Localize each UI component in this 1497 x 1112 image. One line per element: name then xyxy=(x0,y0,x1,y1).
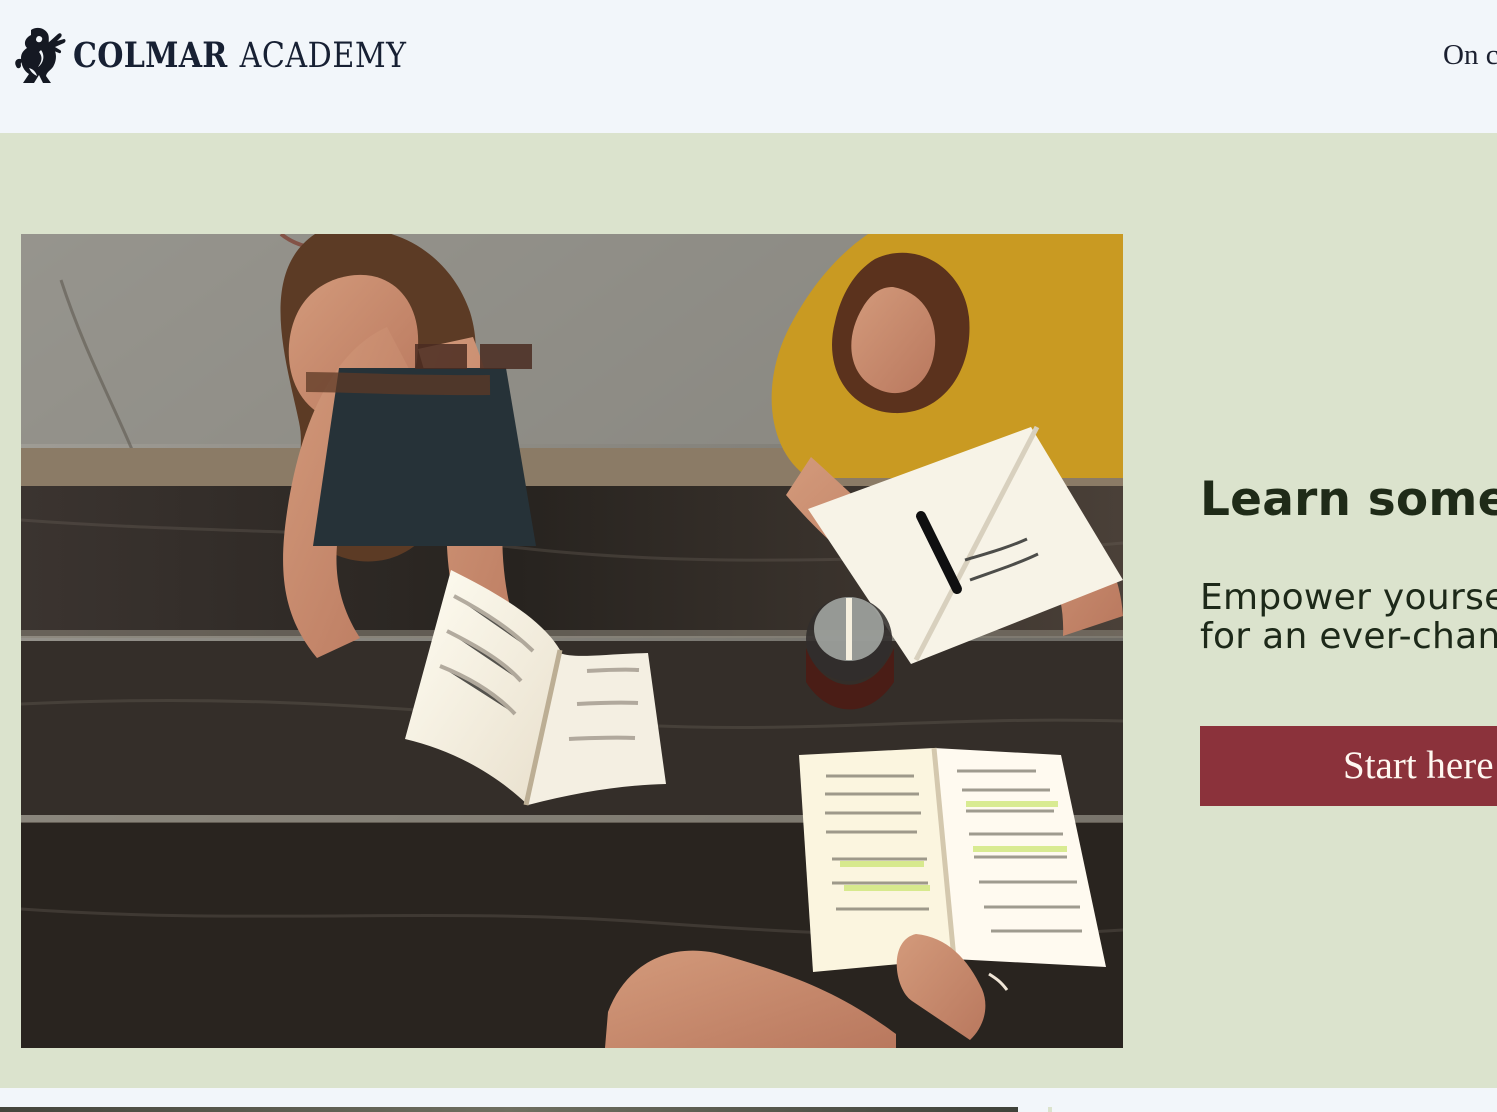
next-divider-peek xyxy=(1048,1107,1052,1112)
top-navigation: On c xyxy=(1443,38,1497,72)
brand-logo-link[interactable]: COLMAR ACADEMY xyxy=(14,26,461,86)
next-image-peek xyxy=(0,1107,1018,1112)
coffee-cup xyxy=(806,597,894,710)
hero-copy: Learn somet Empower yourse for an ever-c… xyxy=(1200,472,1497,806)
bottom-open-book xyxy=(799,747,1106,972)
site-header: COLMAR ACADEMY On c xyxy=(0,0,1497,133)
students-reading-photo xyxy=(21,234,1123,1048)
brand-primary-text: COLMAR xyxy=(73,35,228,76)
hero-subtitle-line-2: for an ever-chang xyxy=(1200,615,1497,657)
brand-wordmark: COLMAR ACADEMY xyxy=(73,38,407,74)
start-here-button[interactable]: Start here xyxy=(1200,726,1497,806)
hero-subtitle: Empower yourse for an ever-chang xyxy=(1200,577,1497,657)
brand-secondary-text: ACADEMY xyxy=(239,36,407,76)
hero-section: Learn somet Empower yourse for an ever-c… xyxy=(0,133,1497,1088)
next-section-peek xyxy=(0,1088,1497,1112)
nav-link-partial[interactable]: On c xyxy=(1443,39,1497,71)
griffin-crest-icon xyxy=(15,27,66,84)
hero-subtitle-line-1: Empower yourse xyxy=(1200,577,1497,619)
hero-title: Learn somet xyxy=(1200,472,1497,527)
photo-illustration xyxy=(21,234,1123,1048)
